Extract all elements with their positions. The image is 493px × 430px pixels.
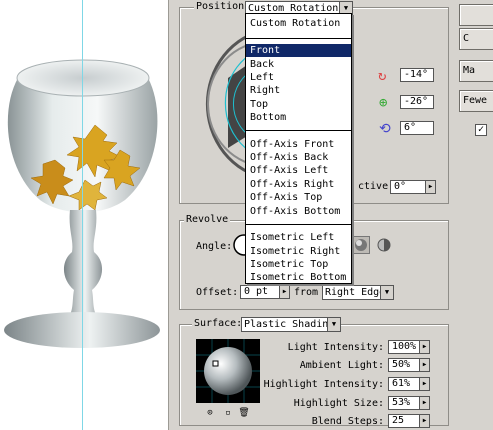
surface-label: Surface:: [192, 318, 245, 329]
highlight-intensity-field[interactable]: 61%: [388, 377, 420, 391]
preview-checkbox[interactable]: ✓: [475, 124, 487, 136]
surface-select[interactable]: Plastic Shading ▼: [241, 317, 341, 332]
blend-steps-stepper[interactable]: ▶: [419, 414, 430, 428]
perspective-stepper[interactable]: ▶: [425, 180, 436, 194]
from-select-value: Right Edge: [325, 287, 386, 298]
highlight-size-label: Highlight Size:: [293, 398, 384, 409]
artwork-canvas: [0, 0, 168, 430]
revolve-cap-off-icon[interactable]: [376, 237, 392, 253]
menu-item-top[interactable]: Top: [246, 98, 351, 111]
menu-item-left[interactable]: Left: [246, 71, 351, 84]
ambient-light-stepper[interactable]: ▶: [419, 358, 430, 372]
menu-item-back[interactable]: Back: [246, 58, 351, 71]
menu-item-off-axis-bottom[interactable]: Off-Axis Bottom: [246, 205, 351, 218]
menu-item-off-axis-right[interactable]: Off-Axis Right: [246, 178, 351, 191]
position-label: Position:: [194, 1, 253, 12]
blend-steps-field[interactable]: 25: [388, 414, 420, 428]
fewer-options-button[interactable]: Fewe: [459, 90, 493, 112]
new-light-button[interactable]: ▫: [222, 407, 234, 419]
highlight-intensity-stepper[interactable]: ▶: [419, 377, 430, 391]
perspective-label: ctive:: [358, 181, 395, 192]
ambient-light-field[interactable]: 50%: [388, 358, 420, 372]
rotation-x-field[interactable]: -14°: [400, 68, 434, 82]
move-light-back-button[interactable]: ⊙: [202, 407, 218, 419]
menu-item-off-axis-top[interactable]: Off-Axis Top: [246, 191, 351, 204]
cancel-button[interactable]: C: [459, 28, 493, 50]
angle-label: Angle:: [196, 241, 233, 252]
rotation-y-field[interactable]: -26°: [400, 95, 434, 109]
highlight-size-field[interactable]: 53%: [388, 396, 420, 410]
menu-item-isometric-top[interactable]: Isometric Top: [246, 258, 351, 271]
surface-select-value: Plastic Shading: [244, 319, 335, 330]
blend-steps-label: Blend Steps:: [311, 416, 384, 427]
menu-item-right[interactable]: Right: [246, 84, 351, 97]
menu-item-isometric-bottom[interactable]: Isometric Bottom: [246, 271, 351, 284]
light-intensity-stepper[interactable]: ▶: [419, 340, 430, 354]
map-art-button[interactable]: Ma: [459, 60, 493, 82]
revolve-title: Revolve: [184, 214, 231, 225]
rotation-z-field[interactable]: 6°: [400, 121, 434, 135]
light-intensity-field[interactable]: 100%: [388, 340, 420, 354]
ok-button[interactable]: [459, 4, 493, 26]
menu-separator: [246, 38, 351, 39]
highlight-intensity-label: Highlight Intensity:: [263, 379, 384, 390]
offset-field[interactable]: 0 pt: [240, 285, 280, 299]
menu-item-bottom[interactable]: Bottom: [246, 111, 351, 124]
menu-item-isometric-right[interactable]: Isometric Right: [246, 245, 351, 258]
chevron-down-icon: ▼: [380, 286, 393, 299]
guide-line: [82, 0, 83, 430]
goblet-illustration: [4, 59, 160, 348]
ambient-light-label: Ambient Light:: [299, 360, 384, 371]
perspective-field[interactable]: 0°: [390, 180, 426, 194]
menu-separator: [246, 130, 351, 131]
menu-item-off-axis-left[interactable]: Off-Axis Left: [246, 164, 351, 177]
revolve-cap-on-icon[interactable]: [352, 236, 370, 254]
rotate-z-icon: ⟲: [379, 121, 391, 137]
rotate-x-icon: ↻: [378, 68, 387, 84]
menu-item-off-axis-front[interactable]: Off-Axis Front: [246, 138, 351, 151]
menu-separator: [246, 224, 351, 225]
highlight-size-stepper[interactable]: ▶: [419, 396, 430, 410]
chevron-down-icon: ▼: [327, 318, 340, 331]
offset-label: Offset:: [196, 287, 239, 298]
menu-item-custom-rotation[interactable]: Custom Rotation: [246, 17, 351, 30]
menu-item-isometric-left[interactable]: Isometric Left: [246, 231, 351, 244]
menu-item-front[interactable]: Front: [246, 44, 351, 57]
rotate-y-icon: ⊕: [379, 95, 388, 111]
lighting-sphere-preview[interactable]: [196, 339, 260, 403]
menu-item-off-axis-back[interactable]: Off-Axis Back: [246, 151, 351, 164]
offset-stepper[interactable]: ▶: [279, 285, 290, 299]
delete-light-icon[interactable]: 🗑: [238, 407, 250, 419]
from-label: from: [294, 287, 319, 298]
surface-group: Surface: ⊙ ▫ 🗑 Light Intensity: 100% ▶ A: [179, 318, 449, 428]
light-intensity-label: Light Intensity:: [287, 342, 384, 353]
from-select[interactable]: Right Edge ▼: [322, 285, 394, 300]
position-dropdown-menu: Custom Rotation Front Back Left Right To…: [245, 13, 352, 284]
